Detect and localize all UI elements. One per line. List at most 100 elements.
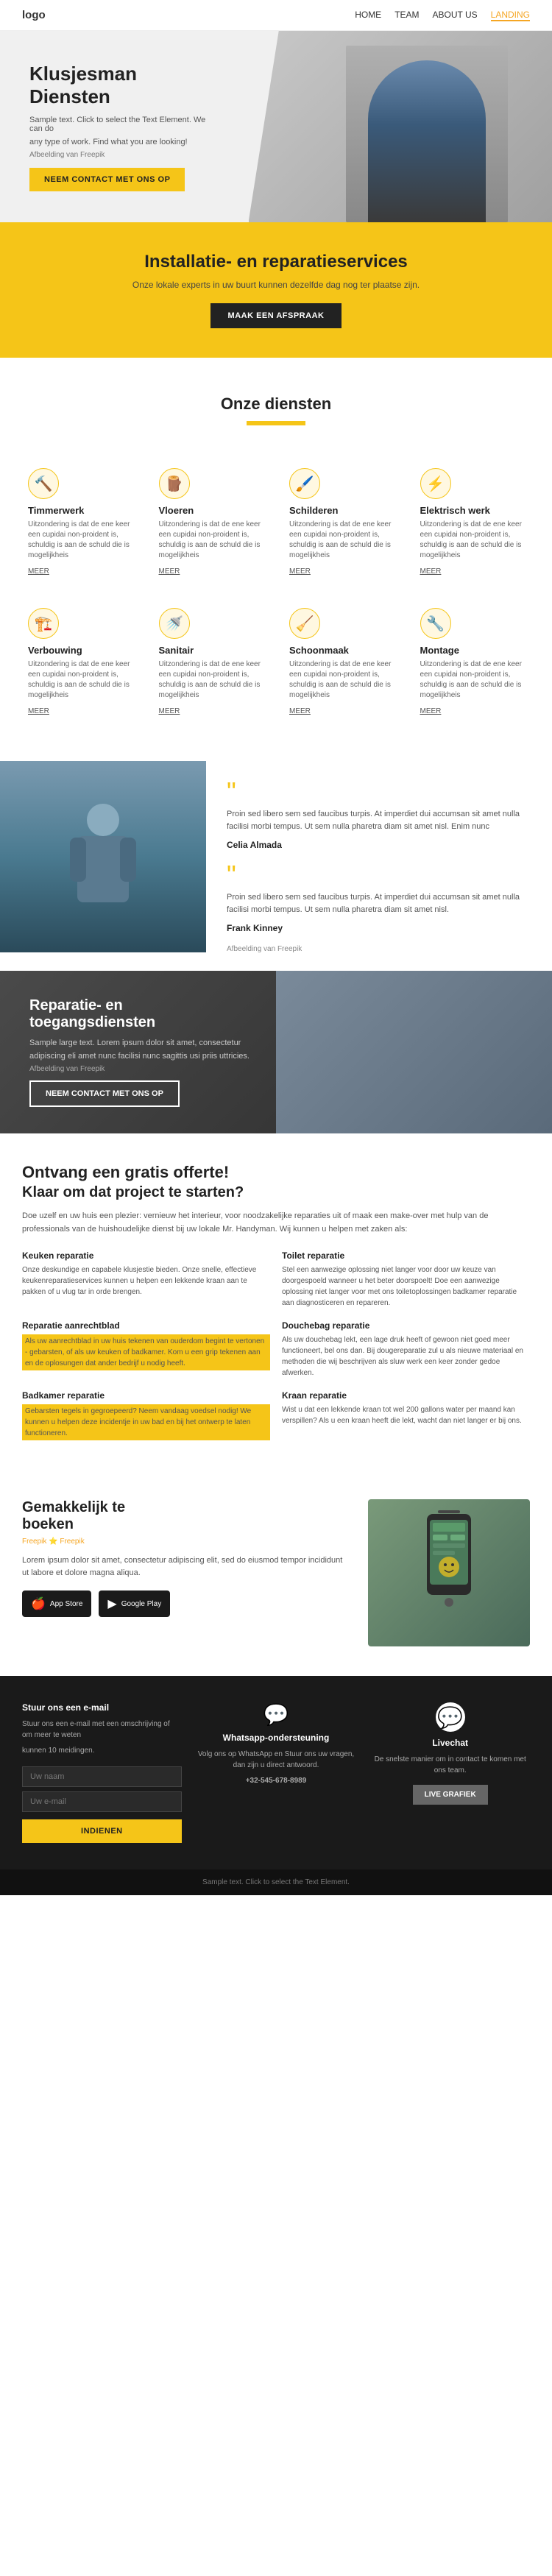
testimonial-name-1: Celia Almada [227,840,531,850]
repair-img-label: Afbeelding van Freepik [29,1065,250,1073]
worker-svg [66,790,140,923]
service-text-0: Uitzondering is dat de ene keer een cupi… [28,520,132,561]
service-meer-7[interactable]: MEER [420,707,442,715]
service-icon-0: 🔨 [28,468,59,499]
testimonial-img-label: Afbeelding van Freepik [227,945,531,953]
footer-bottom: Sample text. Click to select the Text El… [0,1869,552,1895]
nav-team[interactable]: TEAM [394,10,419,21]
app-buttons: 🍎 App Store ▶ Google Play [22,1590,350,1617]
livechat-button[interactable]: LIVE GRAFIEK [413,1785,488,1805]
testimonial-name-2: Frank Kinney [227,923,531,933]
testimonials-section: " Proin sed libero sem sed faucibus turp… [0,761,552,971]
footer-bottom-text: Sample text. Click to select the Text El… [22,1878,530,1886]
quote-service-item-0: Keuken reparatie Onze deskundige en capa… [22,1250,270,1309]
easy-booking-section: Gemakkelijk te boeken Freepik ⭐ Freepik … [0,1470,552,1676]
whatsapp-icon: 💬 [197,1702,356,1727]
footer-email-col: Stuur ons een e-mail Stuur ons een e-mai… [22,1702,182,1843]
footer-email-text1: Stuur ons een e-mail met een omschrijvin… [22,1719,182,1741]
quote-service-title-2: Reparatie aanrechtblad [22,1320,270,1331]
quote-service-title-0: Keuken reparatie [22,1250,270,1261]
footer-contact-grid: Stuur ons een e-mail Stuur ons een e-mai… [22,1702,530,1843]
service-icon-4: 🏗️ [28,608,59,639]
service-card-4: 🏗️ Verbouwing Uitzondering is dat de ene… [22,599,138,724]
google-play-icon: ▶ [107,1596,116,1611]
footer-livechat-title: Livechat [370,1738,530,1748]
service-text-4: Uitzondering is dat de ene keer een cupi… [28,659,132,701]
quote-service-text-4: Gebarsten tegels in gegroepeerd? Neem va… [22,1404,270,1440]
nav-landing[interactable]: LANDING [491,10,530,21]
services-title: Onze diensten [221,394,331,414]
service-meer-1[interactable]: MEER [159,567,180,576]
service-meer-3[interactable]: MEER [420,567,442,576]
booking-title: Gemakkelijk te boeken [22,1499,350,1533]
footer-email-input[interactable] [22,1791,182,1812]
hero-cta-button[interactable]: NEEM CONTACT MET ONS OP [29,168,185,191]
service-card-5: 🚿 Sanitair Uitzondering is dat de ene ke… [153,599,269,724]
service-card-3: ⚡ Elektrisch werk Uitzondering is dat de… [414,459,531,584]
free-quote-intro: Doe uzelf en uw huis een plezier: vernie… [22,1210,530,1236]
service-meer-4[interactable]: MEER [28,707,49,715]
footer-email-title: Stuur ons een e-mail [22,1702,182,1713]
logo: logo [22,9,46,21]
app-store-button[interactable]: 🍎 App Store [22,1590,91,1617]
yellow-banner-text: Onze lokale experts in uw buurt kunnen d… [22,280,530,290]
quote-service-item-3: Douchebag reparatie Als uw douchebag lek… [282,1320,530,1379]
service-title-6: Schoonmaak [289,645,394,656]
service-icon-5: 🚿 [159,608,190,639]
service-card-1: 🪵 Vloeren Uitzondering is dat de ene kee… [153,459,269,584]
quote-service-item-5: Kraan reparatie Wist u dat een lekkende … [282,1390,530,1440]
footer: Stuur ons een e-mail Stuur ons een e-mai… [0,1676,552,1869]
service-card-6: 🧹 Schoonmaak Uitzondering is dat de ene … [283,599,400,724]
footer-name-input[interactable] [22,1766,182,1787]
testimonial-text-1: Proin sed libero sem sed faucibus turpis… [227,808,531,832]
yellow-banner-cta-button[interactable]: MAAK EEN AFSPRAAK [210,303,342,328]
service-icon-6: 🧹 [289,608,320,639]
footer-whatsapp-col: 💬 Whatsapp-ondersteuning Volg ons op Wha… [197,1702,356,1843]
service-icon-2: 🖌️ [289,468,320,499]
footer-livechat-text: De snelste manier om in contact te komen… [370,1754,530,1776]
quote-service-text-0: Onze deskundige en capabele klusjestie b… [22,1264,270,1298]
service-meer-5[interactable]: MEER [159,707,180,715]
service-text-3: Uitzondering is dat de ene keer een cupi… [420,520,525,561]
google-play-button[interactable]: ▶ Google Play [99,1590,170,1617]
service-title-3: Elektrisch werk [420,505,525,516]
repair-text2: adipiscing eli amet nunc facilisi nunc s… [29,1052,250,1061]
repair-background [276,971,552,1133]
repair-text1: Sample large text. Lorem ipsum dolor sit… [29,1038,250,1047]
quote-service-text-5: Wist u dat een lekkende kraan tot wel 20… [282,1404,530,1426]
footer-phone-number: +32-545-678-8989 [197,1775,356,1786]
quote-service-text-1: Stel een aanwezige oplossing niet langer… [282,1264,530,1309]
service-card-7: 🔧 Montage Uitzondering is dat de ene kee… [414,599,531,724]
nav-about[interactable]: ABOUT US [433,10,478,21]
yellow-banner-section: Installatie- en reparatieservices Onze l… [0,222,552,358]
service-title-1: Vloeren [159,505,263,516]
hero-worker-image [346,46,508,222]
chat-icon: 💬 [436,1702,465,1732]
app-store-label: App Store [50,1600,82,1608]
quote-service-text-2: Als uw aanrechtblad in uw huis tekenen v… [22,1334,270,1370]
repair-title: Reparatie- en toegangsdiensten [29,997,250,1031]
apple-icon: 🍎 [31,1596,46,1611]
service-title-7: Montage [420,645,525,656]
phone-svg [412,1507,486,1639]
quote-service-item-1: Toilet reparatie Stel een aanwezige oplo… [282,1250,530,1309]
service-card-2: 🖌️ Schilderen Uitzondering is dat de ene… [283,459,400,584]
worker-figure [368,60,486,222]
service-meer-2[interactable]: MEER [289,567,311,576]
hero-img-label: Afbeelding van Freepik [29,151,221,159]
quote-mark-2: " [227,862,531,888]
footer-submit-button[interactable]: INDIENEN [22,1819,182,1843]
service-icon-7: 🔧 [420,608,451,639]
quote-services-list: Keuken reparatie Onze deskundige en capa… [22,1250,530,1440]
yellow-banner-title: Installatie- en reparatieservices [22,252,530,272]
quote-service-title-3: Douchebag reparatie [282,1320,530,1331]
service-meer-6[interactable]: MEER [289,707,311,715]
repair-cta-button[interactable]: NEEM CONTACT MET ONS OP [29,1080,180,1107]
service-text-6: Uitzondering is dat de ene keer een cupi… [289,659,394,701]
booking-phone-image [368,1499,530,1646]
service-meer-0[interactable]: MEER [28,567,49,576]
testimonial-worker-image [0,761,206,952]
services-section: Onze diensten 🔨 Timmerwerk Uitzondering … [0,358,552,761]
nav-home[interactable]: HOME [355,10,381,21]
navigation: logo HOME TEAM ABOUT US LANDING [0,0,552,31]
